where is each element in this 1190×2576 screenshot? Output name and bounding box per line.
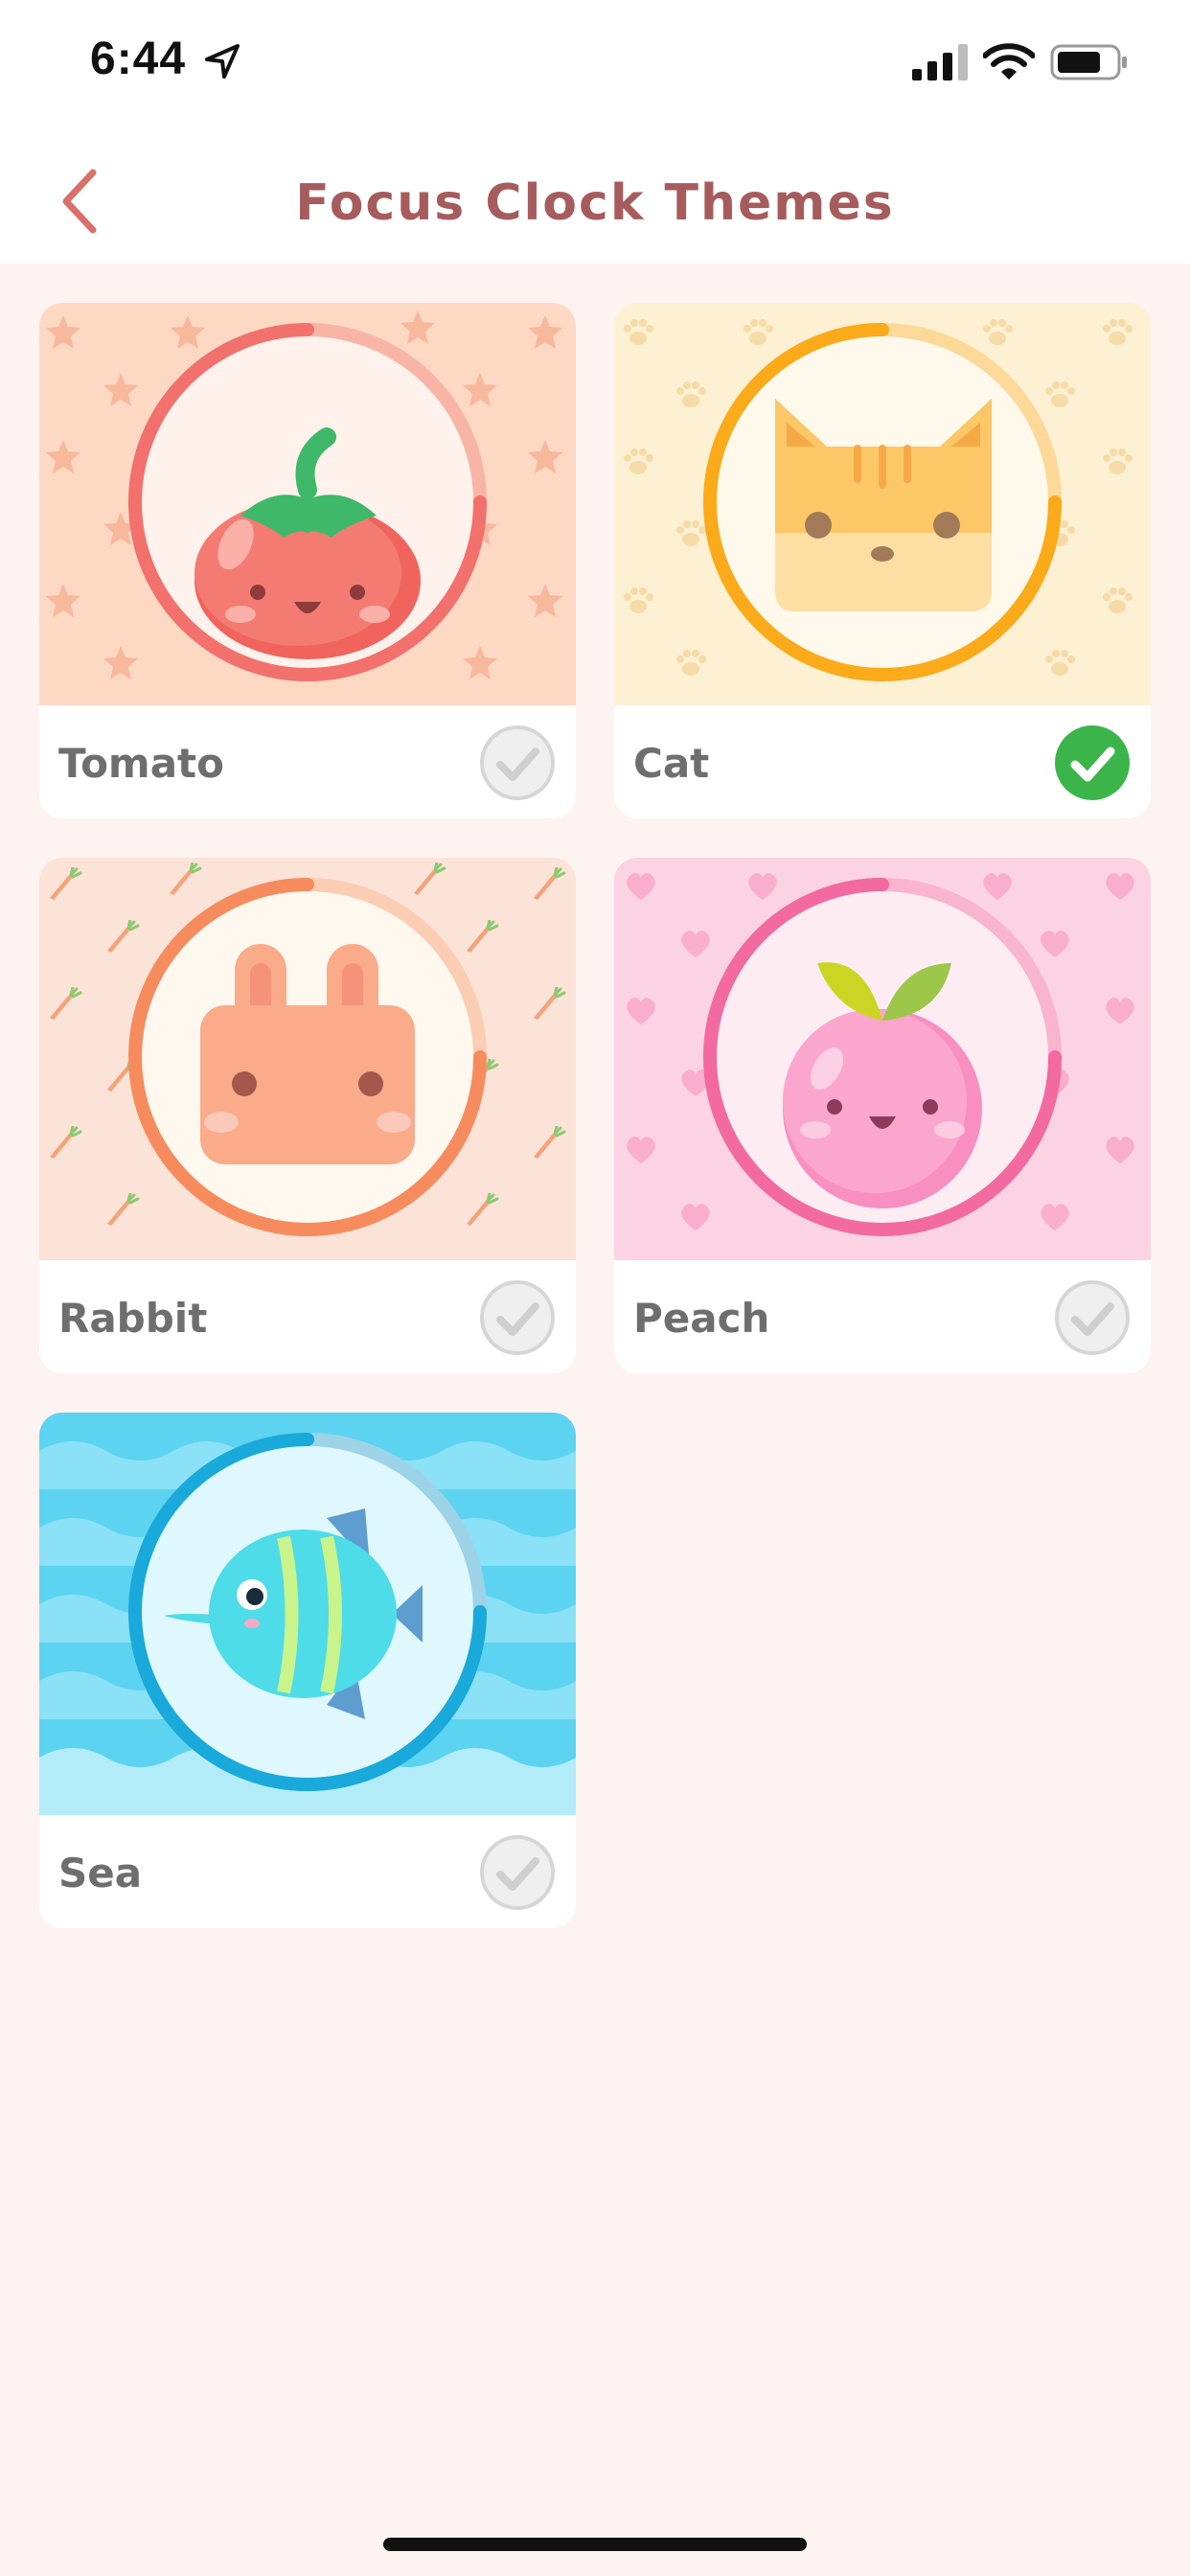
tomato-theme-preview [39, 303, 576, 705]
unselected-check-icon[interactable] [1054, 1279, 1131, 1356]
header: Focus Clock Themes [0, 134, 1190, 264]
peach-theme-preview [614, 858, 1151, 1260]
card-footer: Rabbit [39, 1260, 576, 1373]
cellular-signal-icon [912, 44, 968, 80]
card-footer: Tomato [39, 705, 576, 818]
page-title: Focus Clock Themes [295, 174, 895, 232]
theme-name: Sea [58, 1850, 143, 1897]
theme-card-rabbit[interactable]: Rabbit [39, 858, 576, 1373]
theme-card-cat[interactable]: Cat [614, 303, 1151, 818]
theme-name: Tomato [58, 740, 224, 787]
selected-check-icon[interactable] [1054, 724, 1131, 801]
theme-card-tomato[interactable]: Tomato [39, 303, 576, 818]
theme-card-sea[interactable]: Sea [39, 1413, 576, 1928]
unselected-check-icon[interactable] [479, 724, 556, 801]
status-bar: 6:44 [0, 0, 1190, 134]
status-time: 6:44 [90, 34, 187, 84]
home-indicator [383, 2538, 807, 2551]
cat-theme-preview [614, 303, 1151, 705]
rabbit-theme-preview [39, 858, 576, 1260]
theme-card-peach[interactable]: Peach [614, 858, 1151, 1373]
card-footer: Peach [614, 1260, 1151, 1373]
theme-name: Peach [633, 1295, 770, 1342]
sea-theme-preview [39, 1413, 576, 1815]
battery-icon [1050, 44, 1127, 80]
theme-name: Rabbit [58, 1295, 208, 1342]
wifi-icon [983, 43, 1035, 80]
unselected-check-icon[interactable] [479, 1279, 556, 1356]
card-footer: Cat [614, 705, 1151, 818]
unselected-check-icon[interactable] [479, 1834, 556, 1911]
theme-name: Cat [633, 740, 710, 787]
card-footer: Sea [39, 1815, 576, 1928]
location-arrow-icon [205, 44, 240, 79]
